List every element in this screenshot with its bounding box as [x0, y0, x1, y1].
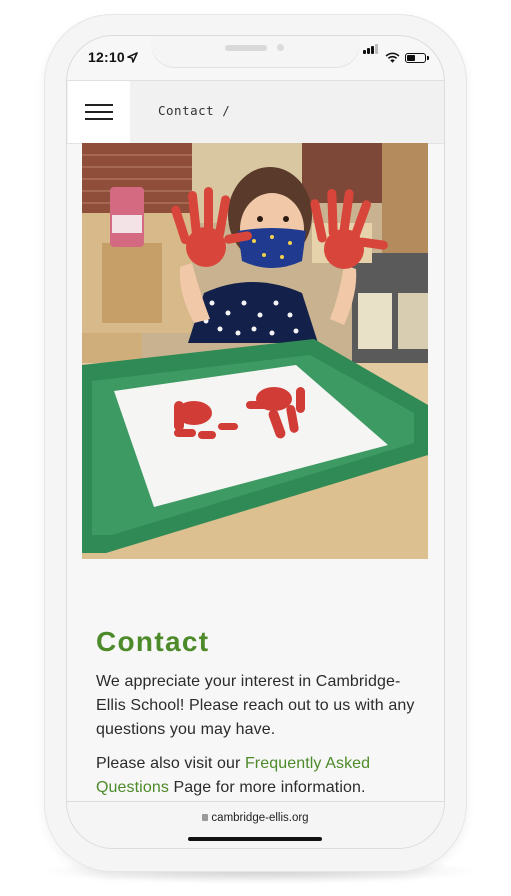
hero-photo: [82, 143, 428, 559]
breadcrumb-current[interactable]: Contact: [158, 103, 214, 118]
battery-cap: [427, 56, 429, 60]
url-text: cambridge-ellis.org: [211, 812, 309, 824]
hamburger-icon-bar: [85, 118, 113, 120]
speaker: [225, 45, 267, 51]
phone-screen: 12:10 Contact / Contact We appreciate yo…: [67, 36, 444, 848]
browser-url-bar[interactable]: cambridge-ellis.org: [67, 801, 444, 848]
hero-photo-illustration: [82, 143, 428, 559]
location-arrow-icon: [127, 52, 138, 63]
lock-icon: [202, 814, 209, 821]
faq-paragraph: Please also visit our Frequently Asked Q…: [96, 752, 416, 800]
breadcrumb-separator: /: [222, 103, 231, 118]
intro-paragraph: We appreciate your interest in Cambridge…: [96, 673, 415, 738]
status-time: 12:10: [88, 49, 125, 65]
notch: [151, 36, 360, 67]
page-title: Contact: [96, 626, 210, 657]
breadcrumb: Contact /: [158, 103, 230, 118]
faq-paragraph-prefix: Please also visit our: [96, 755, 245, 772]
home-indicator[interactable]: [188, 837, 322, 841]
camera: [277, 44, 284, 51]
site-header: Contact /: [67, 80, 444, 144]
faq-paragraph-suffix: Page for more information.: [168, 779, 366, 796]
url-display[interactable]: cambridge-ellis.org: [67, 812, 444, 824]
wifi-icon: [385, 52, 400, 63]
hamburger-icon-bar: [85, 111, 113, 113]
hamburger-menu-button[interactable]: [68, 81, 130, 143]
battery-icon: [405, 53, 426, 63]
hamburger-icon-bar: [85, 104, 113, 106]
main-content: Contact We appreciate your interest in C…: [96, 624, 416, 800]
